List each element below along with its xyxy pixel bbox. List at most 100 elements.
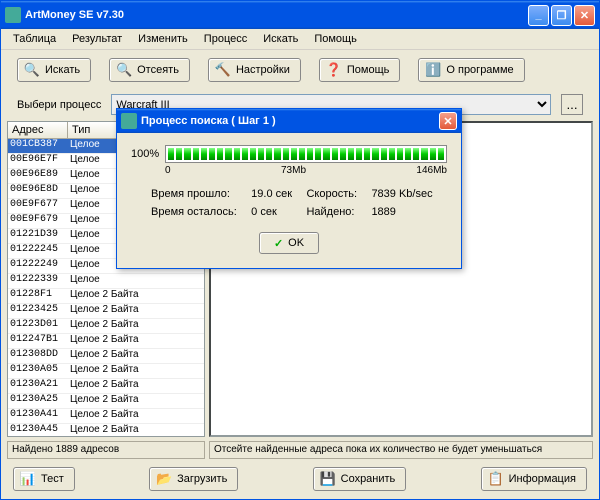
disk-icon: 💾 <box>320 471 336 487</box>
table-row[interactable]: 01228F1Целое 2 Байта <box>8 289 204 304</box>
cell-address: 00E96E7F <box>8 154 68 168</box>
progress-segment <box>430 148 436 160</box>
table-row[interactable]: 01230A41Целое 2 Байта <box>8 409 204 424</box>
progress-segment <box>250 148 256 160</box>
cell-address: 01230A25 <box>8 394 68 408</box>
remain-value: 0 сек <box>251 206 300 218</box>
cell-address: 00E9F677 <box>8 199 68 213</box>
minimize-button[interactable]: _ <box>528 5 549 26</box>
dialog-title: Процесс поиска ( Шаг 1 ) <box>141 115 437 127</box>
cell-type: Целое 2 Байта <box>68 424 204 436</box>
cell-address: 01228F1 <box>8 289 68 303</box>
cell-address: 01222339 <box>8 274 68 288</box>
progress-segment <box>340 148 346 160</box>
speed-value: 7839 Kb/sec <box>371 188 441 200</box>
progress-segment <box>234 148 240 160</box>
progress-segment <box>209 148 215 160</box>
cell-address: 01222245 <box>8 244 68 258</box>
menu-help[interactable]: Помощь <box>306 31 365 47</box>
table-row[interactable]: 01230A45Целое 2 Байта <box>8 424 204 436</box>
toolbar: 🔍Искать 🔍Отсеять 🔨Настройки ❓Помощь ℹ️О … <box>1 50 599 90</box>
progress-segment <box>274 148 280 160</box>
cell-address: 01230A21 <box>8 379 68 393</box>
progress-segment <box>299 148 305 160</box>
menu-process[interactable]: Процесс <box>196 31 255 47</box>
menu-edit[interactable]: Изменить <box>130 31 196 47</box>
test-button[interactable]: 📊Тест <box>13 467 75 491</box>
speed-label: Скорость: <box>306 188 365 200</box>
ok-button[interactable]: ✓OK <box>259 232 319 254</box>
table-row[interactable]: 012247B1Целое 2 Байта <box>8 334 204 349</box>
dialog-stats: Время прошло: 19.0 сек Скорость: 7839 Kb… <box>131 184 447 222</box>
scale-max: 146Mb <box>416 165 447 176</box>
progress-segment <box>283 148 289 160</box>
table-row[interactable]: 01223425Целое 2 Байта <box>8 304 204 319</box>
titlebar[interactable]: ArtMoney SE v7.30 _ ❐ ✕ <box>1 1 599 29</box>
cell-address: 01223425 <box>8 304 68 318</box>
cell-address: 01221D39 <box>8 229 68 243</box>
bottom-toolbar: 📊Тест 📂Загрузить 💾Сохранить 📋Информация <box>1 459 599 499</box>
clipboard-icon: 📋 <box>488 471 504 487</box>
process-label: Выбери процесс <box>17 99 101 111</box>
found-value: 1889 <box>371 206 441 218</box>
progress-segment <box>242 148 248 160</box>
load-button[interactable]: 📂Загрузить <box>149 467 238 491</box>
progress-segment <box>201 148 207 160</box>
info-icon: ℹ️ <box>425 62 441 78</box>
scale-min: 0 <box>165 165 171 176</box>
filter-icon: 🔍 <box>116 62 132 78</box>
progress-segment <box>413 148 419 160</box>
info-button[interactable]: 📋Информация <box>481 467 587 491</box>
table-row[interactable]: 012308DDЦелое 2 Байта <box>8 349 204 364</box>
search-button[interactable]: 🔍Искать <box>17 58 91 82</box>
app-icon <box>5 7 21 23</box>
progress-segment <box>323 148 329 160</box>
cell-type: Целое 2 Байта <box>68 409 204 423</box>
dialog-buttons: ✓OK <box>131 222 447 258</box>
table-row[interactable]: 01230A21Целое 2 Байта <box>8 379 204 394</box>
filter-button[interactable]: 🔍Отсеять <box>109 58 190 82</box>
progress-segment <box>291 148 297 160</box>
process-browse-button[interactable]: ... <box>561 94 583 115</box>
cell-type: Целое 2 Байта <box>68 334 204 348</box>
menu-result[interactable]: Результат <box>64 31 130 47</box>
progress-segment <box>266 148 272 160</box>
progress-segment <box>307 148 313 160</box>
about-button[interactable]: ℹ️О программе <box>418 58 524 82</box>
table-row[interactable]: 01222339Целое <box>8 274 204 289</box>
cell-type: Целое 2 Байта <box>68 364 204 378</box>
maximize-button[interactable]: ❐ <box>551 5 572 26</box>
settings-button[interactable]: 🔨Настройки <box>208 58 301 82</box>
folder-icon: 📂 <box>156 471 172 487</box>
dialog-close-button[interactable]: ✕ <box>439 112 457 130</box>
save-button[interactable]: 💾Сохранить <box>313 467 407 491</box>
menu-table[interactable]: Таблица <box>5 31 64 47</box>
close-button[interactable]: ✕ <box>574 5 595 26</box>
table-row[interactable]: 01223D01Целое 2 Байта <box>8 319 204 334</box>
progress-segment <box>193 148 199 160</box>
elapsed-label: Время прошло: <box>151 188 245 200</box>
cell-address: 01222249 <box>8 259 68 273</box>
progress-segment <box>225 148 231 160</box>
progress-segment <box>438 148 444 160</box>
cell-type: Целое 2 Байта <box>68 304 204 318</box>
help-button[interactable]: ❓Помощь <box>319 58 401 82</box>
found-label: Найдено: <box>306 206 365 218</box>
progress-wrap: 100% <box>131 145 447 163</box>
check-icon: ✓ <box>274 237 283 250</box>
dialog-titlebar[interactable]: Процесс поиска ( Шаг 1 ) ✕ <box>117 109 461 133</box>
menu-search[interactable]: Искать <box>255 31 306 47</box>
help-icon: ❓ <box>326 62 342 78</box>
cell-type: Целое 2 Байта <box>68 319 204 333</box>
table-row[interactable]: 01230A25Целое 2 Байта <box>8 394 204 409</box>
cell-address: 00E96E8D <box>8 184 68 198</box>
cell-address: 00E9F679 <box>8 214 68 228</box>
table-row[interactable]: 01230A05Целое 2 Байта <box>8 364 204 379</box>
progress-segment <box>356 148 362 160</box>
progress-percent: 100% <box>131 148 159 160</box>
progress-segment <box>372 148 378 160</box>
col-address[interactable]: Адрес <box>8 122 68 138</box>
window-title: ArtMoney SE v7.30 <box>25 9 526 21</box>
cell-address: 01223D01 <box>8 319 68 333</box>
progress-segment <box>332 148 338 160</box>
